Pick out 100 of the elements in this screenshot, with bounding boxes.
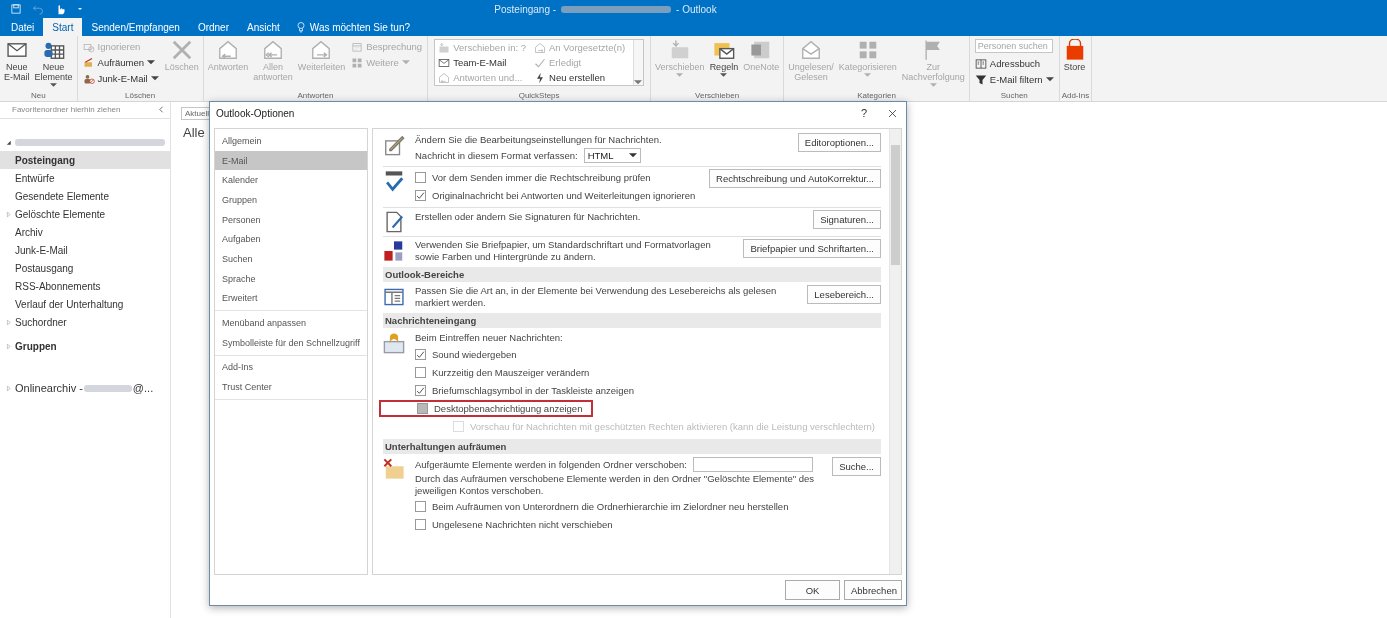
ribbon-tab[interactable]: Start xyxy=(43,18,83,36)
ribbon-tab[interactable]: Ansicht xyxy=(238,18,289,36)
category-item[interactable]: Sprache xyxy=(215,268,367,289)
option-text: Erstellen oder ändern Sie Signaturen für Nachrichten. xyxy=(415,211,641,223)
search-field[interactable]: Personen suchen xyxy=(974,39,1053,53)
forward-icon xyxy=(310,39,333,61)
window-title: Posteingang - xyxy=(494,3,557,15)
options-button[interactable]: Suche... xyxy=(832,457,881,476)
folder-item[interactable]: Gelöschte Elemente xyxy=(15,208,106,220)
scrollbar[interactable] xyxy=(889,129,901,574)
folder-item[interactable]: Onlinearchiv - xyxy=(15,382,83,394)
filter-icon xyxy=(974,73,987,86)
ribbon-tab[interactable]: Datei xyxy=(2,18,44,36)
gallery-scrollbar[interactable] xyxy=(633,40,644,85)
category-item[interactable]: Menüband anpassen xyxy=(215,313,367,333)
book-icon xyxy=(974,57,987,70)
folder-item[interactable]: Postausgang xyxy=(15,262,74,274)
option-text: Passen Sie die Art an, in der Elemente bei Verwendung des Lesebereichs als gelesen markiert werden. xyxy=(415,285,778,309)
section-header: Outlook-Bereiche xyxy=(383,267,881,282)
category-item[interactable]: Aufgaben xyxy=(215,229,367,250)
format-dropdown[interactable]: HTML xyxy=(583,148,641,163)
lightbulb-icon xyxy=(294,21,307,33)
selected-folder-row[interactable]: Posteingang xyxy=(0,151,170,169)
option-text: Verwenden Sie Briefpapier, um Standardschriftart und Formatvorlagen sowie Farben und Hintergründe zu ändern. xyxy=(415,239,712,263)
ribbon-button[interactable]: Aufräumen xyxy=(82,55,159,70)
category-item[interactable]: Add-Ins xyxy=(215,357,367,378)
dialog-button[interactable]: Abbrechen xyxy=(844,580,902,600)
category-item[interactable]: Suchen xyxy=(215,249,367,269)
options-button[interactable]: Lesebereich... xyxy=(807,285,881,304)
favorites-hint: Favoritenordner hierhin ziehen xyxy=(12,105,121,114)
ribbon-tab[interactable]: Senden/Empfangen xyxy=(82,18,189,36)
ribbon-button[interactable]: Neue Elemente xyxy=(32,39,75,88)
options-button[interactable]: Signaturen... xyxy=(813,210,881,229)
ribbon-button[interactable]: Junk-E-Mail xyxy=(82,71,159,86)
ribbon-button[interactable]: Neue E-Mail xyxy=(2,39,32,82)
folder-item[interactable]: Verlauf der Unterhaltung xyxy=(15,298,124,310)
ribbon-button[interactable]: E-Mail filtern xyxy=(974,72,1054,87)
checkbox[interactable] xyxy=(415,501,426,512)
help-button[interactable]: ? xyxy=(860,107,867,119)
checkbox-label: Sound wiedergeben xyxy=(432,349,517,360)
folder-item[interactable]: @... xyxy=(132,382,154,394)
category-item[interactable]: Symbolleiste für den Schnellzugriff xyxy=(215,332,367,353)
quickstep-item[interactable]: Team-E-Mail xyxy=(438,55,527,70)
ribbon-button[interactable]: Store xyxy=(1061,39,1088,72)
category-item[interactable]: Gruppen xyxy=(215,190,367,210)
quickstep-item[interactable]: Neu erstellen xyxy=(534,70,626,85)
category-item[interactable]: Allgemein xyxy=(215,131,367,151)
option-text: Beim Eintreffen neuer Nachrichten: xyxy=(415,332,563,344)
document-pencil-icon xyxy=(383,134,405,156)
folder-field[interactable] xyxy=(693,457,813,472)
caret-icon xyxy=(634,80,643,85)
tell-me-search[interactable]: Was möchten Sie tun? xyxy=(309,21,411,33)
group-label: Suchen xyxy=(999,90,1029,101)
section-header: Nachrichteneingang xyxy=(383,313,881,328)
save-icon xyxy=(10,3,22,15)
category-item[interactable]: Kalender xyxy=(215,170,367,191)
category-item[interactable]: Trust Center xyxy=(215,377,367,397)
group-label: Löschen xyxy=(124,90,157,101)
folder-item[interactable]: Junk-E-Mail xyxy=(15,244,68,256)
ribbon-button[interactable]: Regeln xyxy=(707,39,741,78)
collapse-pane-icon xyxy=(157,105,166,114)
x-icon xyxy=(170,39,193,61)
checkbox-label: Beim Aufräumen von Unterordnern die Ordnerhierarchie im Zielordner neu herstellen xyxy=(432,501,789,512)
folder-item[interactable]: Suchordner xyxy=(15,316,67,328)
checkbox-label: Originalnachricht bei Antworten und Weiterleitungen ignorieren xyxy=(432,190,696,201)
category-item[interactable]: Erweitert xyxy=(215,288,367,309)
dialog-button[interactable]: OK xyxy=(785,580,840,600)
customize-caret-icon xyxy=(76,5,84,13)
checkbox-label: Briefumschlagsymbol in der Taskleiste anzeigen xyxy=(432,385,635,396)
folder-item[interactable]: Archiv xyxy=(15,226,43,238)
ribbon-tab[interactable]: Ordner xyxy=(188,18,238,36)
option-text: Durch das Aufräumen verschobene Elemente werden in den Ordner "Gelöschte Elemente" des jeweiligen Kontos verschoben. xyxy=(415,473,816,497)
options-button[interactable]: Briefpapier und Schriftarten... xyxy=(743,239,881,258)
close-button[interactable] xyxy=(887,107,898,119)
ribbon-button[interactable]: Adressbuch xyxy=(974,56,1054,71)
group-label: Neu xyxy=(29,90,47,101)
folder-item[interactable]: RSS-Abonnements xyxy=(15,280,101,292)
bell-envelope-icon xyxy=(383,332,405,354)
checkbox[interactable] xyxy=(415,190,426,201)
section-header: Unterhaltungen aufräumen xyxy=(383,439,881,454)
category-item[interactable]: E-Mail xyxy=(215,150,367,171)
checkbox[interactable] xyxy=(417,403,428,414)
checkbox[interactable] xyxy=(415,367,426,378)
folder-item[interactable]: Gesendete Elemente xyxy=(15,190,109,202)
checkbox-label: Vor dem Senden immer die Rechtschreibung prüfen xyxy=(432,172,651,183)
option-label: Nachricht in diesem Format verfassen: xyxy=(415,149,578,162)
category-item[interactable]: Personen xyxy=(215,209,367,230)
folder-item[interactable]: Gruppen xyxy=(15,340,57,352)
spellcheck-icon xyxy=(383,170,405,192)
group-label: Add-Ins xyxy=(1061,90,1090,101)
checkbox[interactable] xyxy=(415,172,426,183)
options-button[interactable]: Rechtschreibung und AutoKorrektur... xyxy=(709,169,881,188)
reply-icon xyxy=(217,39,239,61)
undo-icon xyxy=(32,3,44,15)
folder-item[interactable]: Posteingang xyxy=(15,154,75,166)
folder-item[interactable]: Entwürfe xyxy=(15,172,55,184)
checkbox[interactable] xyxy=(415,385,426,396)
checkbox[interactable] xyxy=(415,349,426,360)
checkbox[interactable] xyxy=(415,519,426,530)
options-button[interactable]: Editoroptionen... xyxy=(797,133,881,152)
